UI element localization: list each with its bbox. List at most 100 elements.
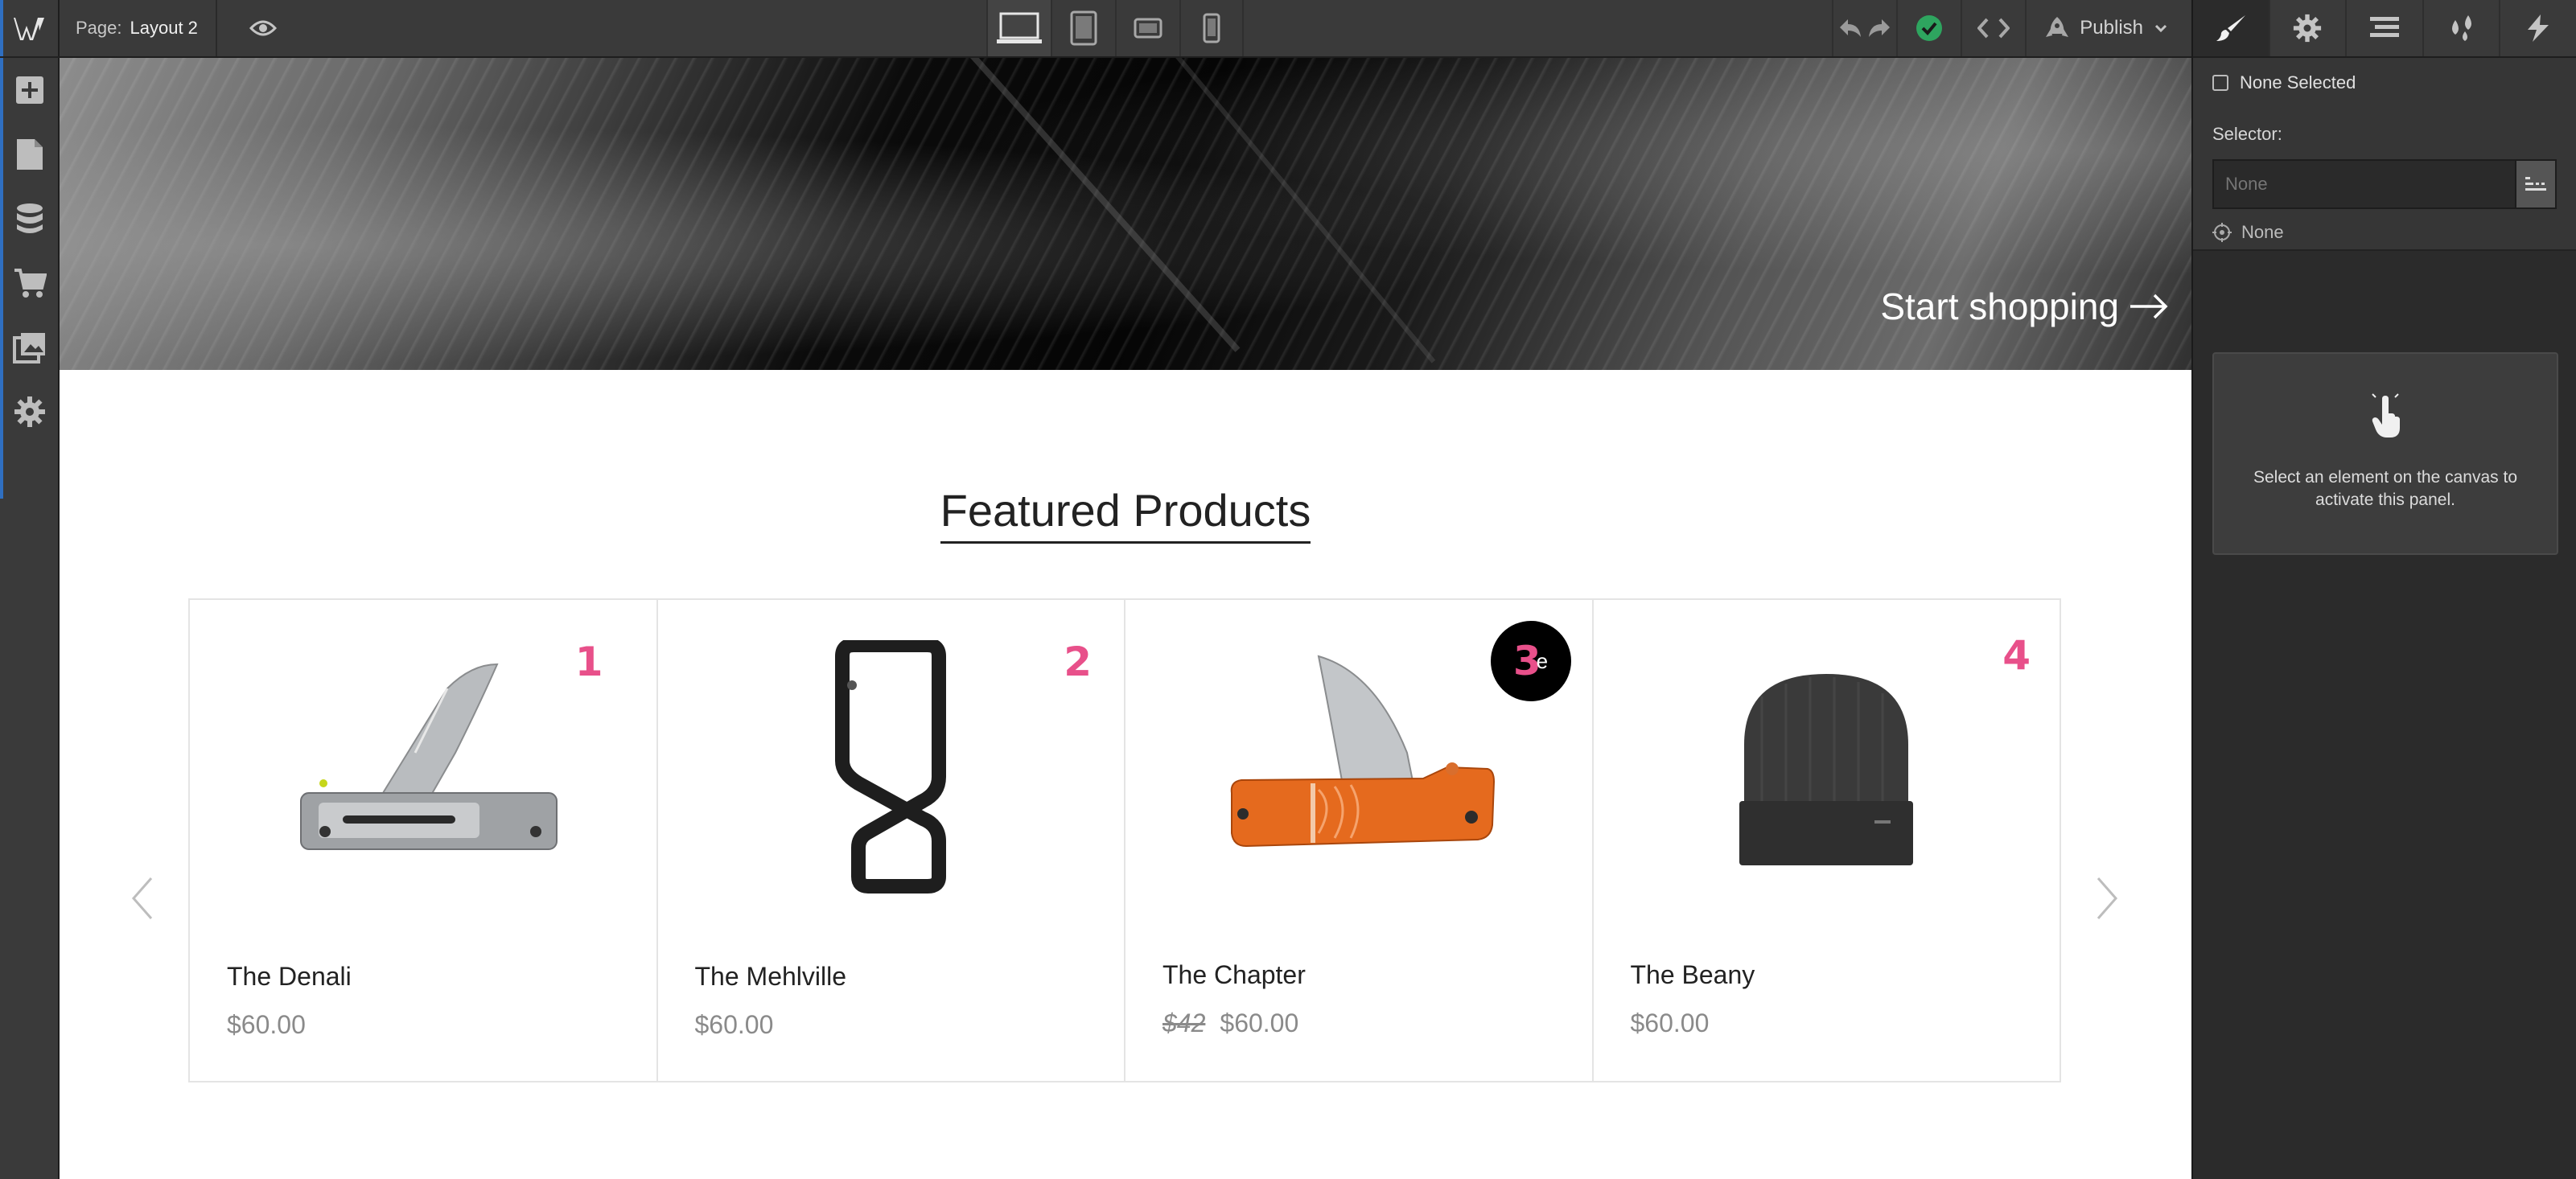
pages-button[interactable] [0,122,60,187]
product-name: The Denali [227,962,352,991]
product-slider: 1 The Denali $60.00 2 The Mehlville $60.… [188,598,2061,1082]
chevron-down-icon [2154,24,2167,32]
left-toolbar [0,0,60,1179]
page-label: Page: [76,18,122,38]
chevron-right-icon [2097,877,2117,919]
panel-tabs [2193,0,2576,58]
mobile-portrait-icon [1203,13,1220,43]
publish-label: Publish [2080,17,2143,39]
product-name: The Chapter [1162,960,1306,989]
desktop-breakpoint[interactable] [986,0,1051,56]
rocket-icon [2046,17,2069,37]
product-number-badge: 1 [574,639,603,685]
slider-prev-button[interactable] [122,870,163,926]
droplets-icon [2451,15,2471,41]
check-circle-icon [1916,15,1943,41]
style-panel: None Selected Selector: None Select an e… [2191,0,2576,1179]
navigator-icon [2369,17,2399,37]
selector-input[interactable] [2212,159,2516,209]
target-icon [2212,223,2232,242]
top-toolbar: Page: Layout 2 Publish [60,0,2191,58]
selector-field [2212,159,2557,209]
product-name: The Mehlville [694,962,847,991]
start-shopping-label: Start shopping [1880,286,2119,327]
eye-icon [249,20,277,36]
lightning-icon [2528,14,2549,42]
compare-at-price: $42 [1162,1009,1206,1037]
featured-products-heading: Featured Products [60,484,2191,544]
code-icon [1977,18,2010,39]
slider-next-button[interactable] [2087,870,2127,926]
publish-button[interactable]: Publish [2025,0,2191,56]
undo-redo [1832,0,1896,56]
desktop-icon [997,12,1042,43]
cms-button[interactable] [0,187,60,251]
product-number-badge: 2 [1064,639,1092,685]
add-panel-button[interactable] [0,58,60,122]
ecommerce-icon [14,269,47,298]
tablet-icon [1070,10,1097,46]
mobile-portrait-breakpoint[interactable] [1179,0,1244,56]
right-tools: Publish [1832,0,2191,56]
preview-button[interactable] [219,0,307,56]
save-status[interactable] [1896,0,1961,56]
product-number-badge: 4 [2002,632,2031,679]
undo-icon [1840,19,1862,37]
product-card[interactable]: 3 e The Chapter $42 $60.00 [1124,600,1592,1081]
page-selector[interactable]: Page: Layout 2 [60,0,217,56]
tab-settings[interactable] [2268,0,2346,56]
product-price: $60.00 [1630,1009,1710,1037]
tab-navigator[interactable] [2345,0,2422,56]
selector-section: None Selected Selector: None [2193,58,2576,251]
paintbrush-icon [2216,15,2245,41]
sale-badge: 3 e [1490,621,1571,701]
none-selected-checkbox[interactable] [2212,75,2228,91]
tab-style[interactable] [2193,0,2269,56]
tablet-breakpoint[interactable] [1051,0,1115,56]
ecommerce-button[interactable] [0,251,60,315]
tab-swatches[interactable] [2422,0,2500,56]
none-selected-label: None Selected [2240,72,2356,92]
breakpoint-switcher [986,0,1244,56]
product-price-group: $42 $60.00 [1162,1009,1298,1038]
webflow-logo[interactable] [0,0,60,58]
carabiner-image [835,640,947,893]
start-shopping-link[interactable]: Start shopping [1880,285,2169,328]
none-selected-row[interactable]: None Selected [2212,72,2557,93]
product-name: The Beany [1630,960,1755,989]
gear-icon [2294,14,2322,43]
product-price: $60.00 [1220,1009,1299,1037]
folding-knife-image [299,663,558,850]
selector-menu-button[interactable] [2516,159,2557,209]
target-state[interactable]: None [2212,222,2557,243]
empty-selection-hint: Select an element on the canvas to activ… [2212,352,2558,555]
pages-icon [17,139,43,170]
settings-icon [14,396,45,427]
arrow-right-icon [2130,294,2168,319]
product-image [1594,616,2060,922]
mobile-landscape-breakpoint[interactable] [1115,0,1179,56]
target-none-label: None [2241,222,2284,242]
product-card[interactable]: 1 The Denali $60.00 [190,600,656,1081]
product-card[interactable]: 2 The Mehlville $60.00 [656,600,1125,1081]
designer-canvas[interactable]: Start shopping Featured Products 1 The D… [60,58,2191,1179]
settings-button[interactable] [0,380,60,444]
add-icon [16,76,43,104]
hand-pointer-icon [2368,392,2403,439]
hero-section[interactable]: Start shopping [60,58,2191,370]
assets-icon [13,333,45,364]
tab-interactions[interactable] [2499,0,2576,56]
orange-knife-image [1230,655,1495,848]
chevron-left-icon [132,877,153,919]
selector-label: Selector: [2212,124,2282,144]
cms-icon [17,203,43,233]
selector-list-icon [2525,177,2546,191]
hint-message: Select an element on the canvas to activ… [2253,468,2518,509]
product-image [658,616,1125,922]
code-export-button[interactable] [1961,0,2025,56]
product-card[interactable]: 4 The Beany $60.00 [1591,600,2060,1081]
product-price: $60.00 [694,1010,774,1039]
section-title: Featured Products [940,484,1311,544]
assets-button[interactable] [0,315,60,380]
redo-icon [1869,19,1891,37]
